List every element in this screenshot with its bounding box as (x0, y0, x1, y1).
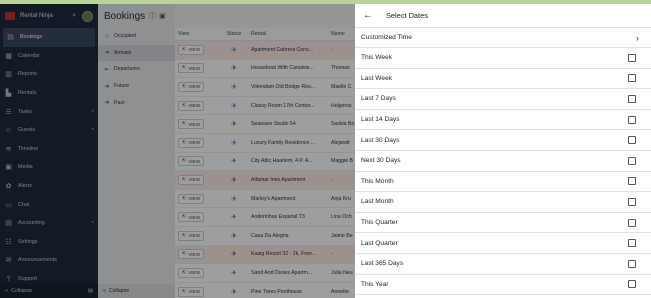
panel-header: ← Select Dates (355, 4, 651, 28)
panel-title: Select Dates (386, 11, 428, 20)
checkbox[interactable] (628, 156, 636, 165)
date-option-this-week[interactable]: This Week (355, 48, 651, 69)
back-arrow-icon[interactable]: ← (363, 10, 373, 21)
checkbox[interactable] (628, 218, 636, 227)
date-option-this-year[interactable]: This Year (355, 275, 651, 296)
checkbox[interactable] (628, 259, 636, 268)
date-option-last-7-days[interactable]: Last 7 Days (355, 89, 651, 110)
checkbox[interactable] (628, 197, 636, 206)
date-option-last-365-days[interactable]: Last 365 Days (355, 254, 651, 275)
date-option-label: This Year (361, 280, 389, 288)
date-option-this-month[interactable]: This Month (355, 172, 651, 193)
date-option-last-month[interactable]: Last Month (355, 192, 651, 213)
date-option-last-14-days[interactable]: Last 14 Days (355, 110, 651, 131)
checkbox[interactable] (628, 239, 636, 248)
date-option-label: Last 7 Days (361, 95, 396, 103)
date-option-label: Last 365 Days (361, 260, 404, 268)
date-option-label: This Quarter (361, 219, 398, 227)
date-option-next-30-days[interactable]: Next 30 Days (355, 151, 651, 172)
checkbox[interactable] (628, 53, 636, 62)
date-option-last-quarter[interactable]: Last Quarter (355, 233, 651, 254)
modal-backdrop[interactable] (0, 4, 355, 298)
checkbox[interactable] (628, 136, 636, 145)
date-option-label: Last 14 Days (361, 116, 400, 124)
checkbox[interactable] (628, 94, 636, 103)
date-option-label: Next 30 Days (361, 157, 401, 165)
select-dates-panel: ← Select Dates Customized Time › This We… (355, 4, 651, 298)
date-option-label: Last Quarter (361, 239, 398, 247)
date-option-last-30-days[interactable]: Last 30 Days (355, 130, 651, 151)
date-option-label: This Week (361, 54, 393, 62)
date-option-label: This Month (361, 177, 394, 185)
date-option-label: Last 30 Days (361, 136, 400, 144)
date-option-this-quarter[interactable]: This Quarter (355, 213, 651, 234)
date-option-last-week[interactable]: Last Week (355, 69, 651, 90)
checkbox[interactable] (628, 280, 636, 289)
date-option-label: Last Week (361, 74, 393, 82)
customized-time-label: Customized Time (361, 34, 412, 41)
checkbox[interactable] (628, 115, 636, 124)
checkbox[interactable] (628, 74, 636, 83)
checkbox[interactable] (628, 177, 636, 186)
chevron-right-icon: › (636, 32, 639, 43)
top-accent-bar (0, 0, 651, 4)
date-option-label: Last Month (361, 198, 394, 206)
customized-time-row[interactable]: Customized Time › (355, 28, 651, 48)
